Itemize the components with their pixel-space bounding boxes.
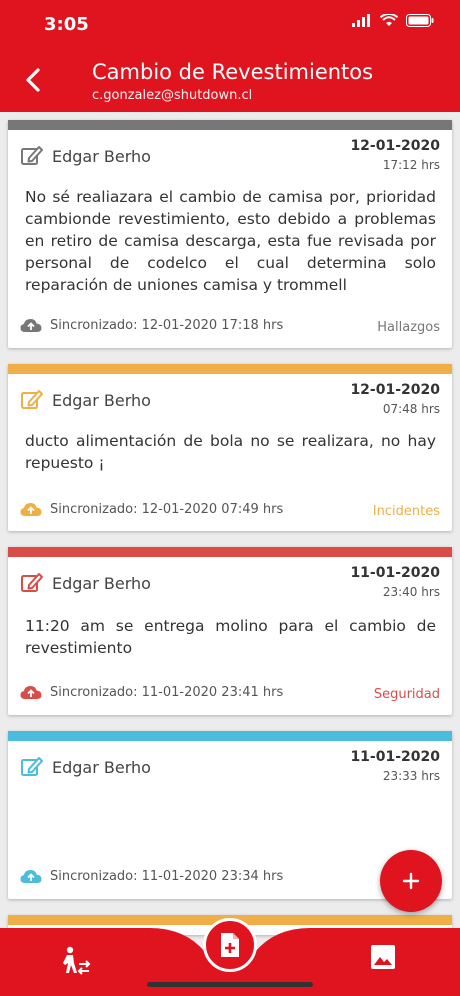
category-bar — [8, 547, 452, 557]
category-label: Incidentes — [372, 504, 440, 519]
cloud-upload-icon — [20, 686, 42, 699]
edit-icon — [21, 757, 43, 776]
sync-status: Sincronizado: 12-01-2020 07:49 hrs — [20, 502, 283, 517]
sync-text: Sincronizado: 12-01-2020 17:18 hrs — [50, 318, 284, 333]
signal-icon — [352, 14, 370, 27]
edit-icon — [21, 390, 43, 409]
sync-text: Sincronizado: 12-01-2020 07:49 hrs — [50, 502, 284, 517]
category-bar — [8, 731, 452, 741]
status-icons — [352, 14, 434, 27]
sync-text: Sincronizado: 11-01-2020 23:34 hrs — [50, 869, 284, 884]
category-label: Seguridad — [373, 687, 440, 702]
entry-date: 12-01-2020 — [350, 382, 440, 398]
entry-time: 23:33 hrs — [382, 769, 440, 783]
cloud-upload-icon — [20, 870, 42, 883]
entry-author: Edgar Berho — [20, 571, 151, 595]
home-indicator — [147, 982, 313, 987]
entry-date: 11-01-2020 — [350, 749, 440, 765]
app-header: 3:05 Cambio de Revestimientos c.gonzalez… — [0, 0, 460, 112]
entry-author: Edgar Berho — [20, 144, 151, 168]
category-bar — [8, 120, 452, 130]
back-button[interactable] — [22, 66, 46, 94]
user-email: c.gonzalez@shutdown.cl — [92, 88, 253, 103]
status-time: 3:05 — [44, 14, 89, 35]
person-transfer-icon[interactable] — [58, 946, 92, 976]
entry-card[interactable]: Edgar Berho 11-01-2020 23:40 hrs 11:20 a… — [8, 547, 452, 715]
author-name: Edgar Berho — [52, 390, 151, 410]
entry-text: ducto alimentación de bola no se realiza… — [25, 432, 436, 472]
add-document-icon — [221, 933, 239, 957]
cloud-upload-icon — [20, 503, 42, 516]
author-name: Edgar Berho — [52, 146, 151, 166]
category-bar — [8, 364, 452, 374]
entry-card[interactable]: Edgar Berho 12-01-2020 07:48 hrs ducto a… — [8, 364, 452, 531]
edit-icon — [21, 573, 43, 592]
entry-text: 11:20 am se entrega molino para el cambi… — [25, 617, 436, 657]
entry-text: No sé realiazara el cambio de camisa por… — [25, 188, 436, 294]
entry-author: Edgar Berho — [20, 388, 151, 412]
author-name: Edgar Berho — [52, 573, 151, 593]
author-name: Edgar Berho — [52, 757, 151, 777]
sync-status: Sincronizado: 12-01-2020 17:18 hrs — [20, 318, 283, 333]
add-document-button[interactable] — [203, 918, 257, 972]
plus-icon — [402, 872, 420, 890]
cloud-upload-icon — [20, 319, 42, 332]
page-title: Cambio de Revestimientos — [92, 60, 374, 84]
battery-icon — [406, 14, 434, 27]
sync-status: Sincronizado: 11-01-2020 23:34 hrs — [20, 869, 283, 884]
edit-icon — [21, 146, 43, 165]
category-label: Hallazgos — [377, 320, 440, 335]
entry-author: Edgar Berho — [20, 755, 151, 779]
entry-date: 11-01-2020 — [350, 565, 440, 581]
sync-status: Sincronizado: 11-01-2020 23:41 hrs — [20, 685, 283, 700]
entry-date: 12-01-2020 — [350, 138, 440, 154]
add-entry-button[interactable] — [380, 850, 442, 912]
entry-time: 17:12 hrs — [382, 158, 440, 172]
entry-time: 23:40 hrs — [382, 585, 440, 599]
sync-text: Sincronizado: 11-01-2020 23:41 hrs — [50, 685, 284, 700]
entry-time: 07:48 hrs — [382, 402, 440, 416]
entry-card[interactable]: Edgar Berho 12-01-2020 17:12 hrs No sé r… — [8, 120, 452, 348]
image-icon[interactable] — [370, 944, 396, 970]
bottom-nav — [0, 918, 460, 996]
wifi-icon — [380, 14, 398, 26]
